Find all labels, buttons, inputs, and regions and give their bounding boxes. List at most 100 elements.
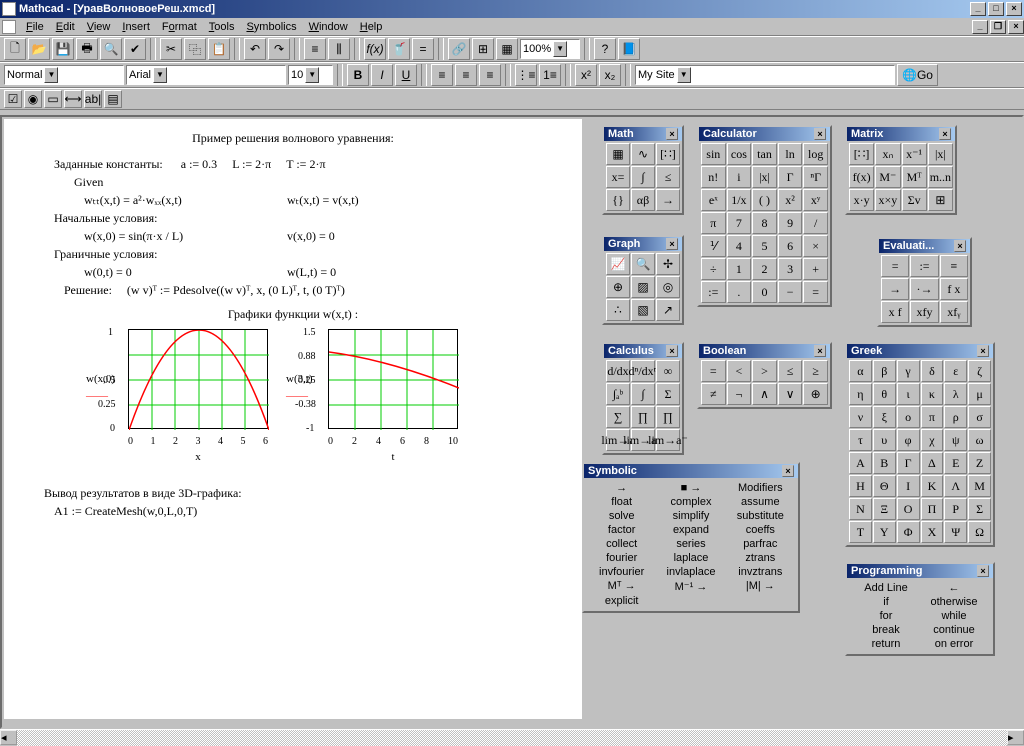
minimize-button[interactable]: _	[970, 2, 986, 16]
palette-button[interactable]: ( )	[752, 189, 777, 211]
palette-button[interactable]: Σ	[656, 383, 680, 405]
symbolic-item[interactable]: invztrans	[729, 566, 792, 578]
numbering-button[interactable]: 1≡	[539, 64, 561, 86]
symbolic-item[interactable]: solve	[590, 510, 653, 522]
zoom-icon[interactable]: 🔍	[631, 253, 655, 275]
palette-button[interactable]: >	[752, 360, 777, 382]
symbolic-item[interactable]: assume	[729, 496, 792, 508]
bullets-button[interactable]: ⋮≡	[515, 64, 537, 86]
symbolic-item[interactable]: |M| →	[729, 580, 792, 593]
chart-1[interactable]	[128, 329, 268, 429]
palette-button[interactable]: −	[778, 281, 803, 303]
calculator-palette[interactable]: Calculator× sincostanlnlogn!i|x|ΓⁿΓeˣ1/x…	[697, 125, 832, 307]
palette-button[interactable]: Ο	[897, 498, 920, 520]
palette-button[interactable]: x×y	[875, 189, 900, 211]
palette-button[interactable]: ≥	[803, 360, 828, 382]
palette-button[interactable]: 4	[727, 235, 752, 257]
maximize-button[interactable]: □	[988, 2, 1004, 16]
palette-button[interactable]: Κ	[921, 475, 944, 497]
menu-insert[interactable]: Insert	[116, 19, 156, 35]
calculus-palette[interactable]: Calculus× d/dxdⁿ/dxⁿ∞∫ₐᵇ∫Σ∑∏∏lim→alim→a⁺…	[602, 342, 684, 455]
checkbox-tool[interactable]: ☑	[4, 90, 22, 108]
align-right-button[interactable]: ≡	[479, 64, 501, 86]
palette-button[interactable]: ∑	[606, 406, 630, 428]
size-combo[interactable]: 10 ▼	[288, 65, 333, 85]
palette-button[interactable]: =	[881, 255, 909, 277]
programming-item[interactable]: Add Line	[855, 582, 917, 594]
palette-button[interactable]: ζ	[968, 360, 991, 382]
palette-button[interactable]: x f	[881, 301, 909, 323]
greek-palette[interactable]: Greek× αβγδεζηθικλμνξοπρστυφχψωΑΒΓΔΕΖΗΘΙ…	[845, 342, 995, 547]
align2-button[interactable]: ⫼	[328, 38, 350, 60]
mdi-doc-icon[interactable]	[2, 20, 16, 34]
graph-palette[interactable]: Graph× 📈🔍✢ ⊕▨◎ ∴▧↗	[602, 235, 684, 325]
symbolic-item[interactable]: complex	[659, 496, 722, 508]
zoom-combo[interactable]: 100% ▼	[520, 39, 580, 59]
palette-button[interactable]: f(x)	[849, 166, 874, 188]
palette-button[interactable]: κ	[921, 383, 944, 405]
programming-item[interactable]: return	[855, 638, 917, 650]
math-matrix-icon[interactable]: [∷]	[656, 143, 680, 165]
palette-button[interactable]: Υ	[873, 521, 896, 543]
palette-button[interactable]: μ	[968, 383, 991, 405]
palette-button[interactable]: α	[849, 360, 872, 382]
palette-button[interactable]: ·→	[910, 278, 938, 300]
cut-button[interactable]: ✂	[160, 38, 182, 60]
bar3d-icon[interactable]: ▧	[631, 299, 655, 321]
print-button[interactable]: 🖶	[76, 38, 98, 60]
palette-button[interactable]: Ι	[897, 475, 920, 497]
palette-button[interactable]: ×	[803, 235, 828, 257]
save-button[interactable]: 💾	[52, 38, 74, 60]
symbolic-item[interactable]: fourier	[590, 552, 653, 564]
palette-button[interactable]: m..n	[928, 166, 953, 188]
palette-button[interactable]: 9	[778, 212, 803, 234]
style-combo[interactable]: Normal ▼	[4, 65, 124, 85]
palette-button[interactable]: σ	[968, 406, 991, 428]
palette-button[interactable]: 1/x	[727, 189, 752, 211]
palette-button[interactable]: 6	[778, 235, 803, 257]
fx-button[interactable]: f(x)	[364, 38, 386, 60]
palette-button[interactable]: Ν	[849, 498, 872, 520]
symbolic-item[interactable]: collect	[590, 538, 653, 550]
palette-button[interactable]: →	[881, 278, 909, 300]
menu-view[interactable]: View	[81, 19, 117, 35]
palette-button[interactable]: ξ	[873, 406, 896, 428]
close-icon[interactable]: ×	[814, 128, 826, 140]
menu-edit[interactable]: Edit	[50, 19, 81, 35]
xy-plot-icon[interactable]: 📈	[606, 253, 630, 275]
palette-button[interactable]: ∞	[656, 360, 680, 382]
symbolic-item[interactable]: simplify	[659, 510, 722, 522]
symbolic-item[interactable]: series	[659, 538, 722, 550]
mdi-minimize-button[interactable]: _	[972, 20, 988, 34]
palette-button[interactable]: 3	[778, 258, 803, 280]
close-icon[interactable]: ×	[977, 345, 989, 357]
close-icon[interactable]: ×	[782, 465, 794, 477]
vector-plot-icon[interactable]: ↗	[656, 299, 680, 321]
close-button[interactable]: ×	[1006, 2, 1022, 16]
spell-button[interactable]: ✔	[124, 38, 146, 60]
palette-button[interactable]: π	[921, 406, 944, 428]
palette-button[interactable]: β	[873, 360, 896, 382]
palette-button[interactable]: ≤	[778, 360, 803, 382]
palette-button[interactable]: Β	[873, 452, 896, 474]
palette-button[interactable]: [∷]	[849, 143, 874, 165]
document-page[interactable]: Пример решения волнового уравнения: Зада…	[4, 119, 582, 719]
close-icon[interactable]: ×	[977, 565, 989, 577]
palette-button[interactable]: ι	[897, 383, 920, 405]
palette-button[interactable]: :=	[910, 255, 938, 277]
palette-button[interactable]: ν	[849, 406, 872, 428]
palette-button[interactable]: Θ	[873, 475, 896, 497]
component-button[interactable]: 🔗	[448, 38, 470, 60]
palette-button[interactable]: η	[849, 383, 872, 405]
palette-button[interactable]: Δ	[921, 452, 944, 474]
symbolic-item[interactable]: laplace	[659, 552, 722, 564]
palette-button[interactable]: 8	[752, 212, 777, 234]
palette-button[interactable]: x²	[778, 189, 803, 211]
symbolic-item[interactable]: factor	[590, 524, 653, 536]
palette-button[interactable]: Σv	[902, 189, 927, 211]
symbolic-item[interactable]: coeffs	[729, 524, 792, 536]
bold-button[interactable]: B	[347, 64, 369, 86]
matrix-palette[interactable]: Matrix× [∷]xₙx⁻¹|x|f(x)M⁻Mᵀm..nx·yx×yΣv⊞	[845, 125, 957, 215]
palette-button[interactable]: 1	[727, 258, 752, 280]
math-eval-icon[interactable]: x=	[606, 166, 630, 188]
